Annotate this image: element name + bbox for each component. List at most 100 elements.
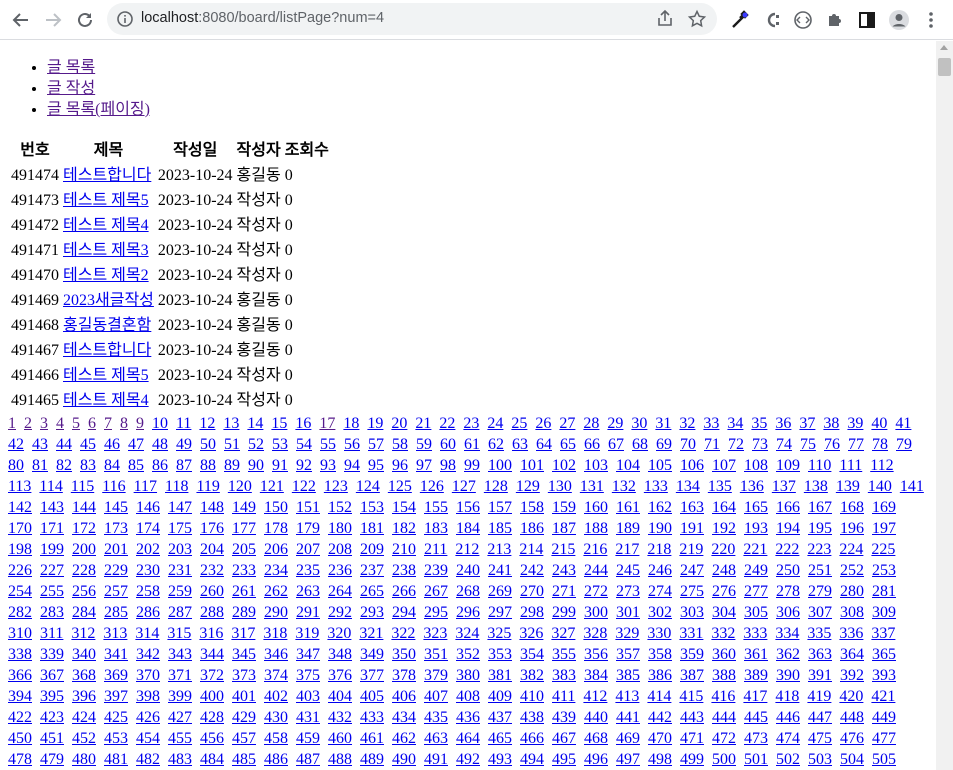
page-link[interactable]: 180: [328, 520, 352, 537]
page-link[interactable]: 19: [367, 415, 383, 432]
page-link[interactable]: 258: [136, 583, 160, 600]
page-link[interactable]: 246: [648, 562, 672, 579]
page-link[interactable]: 482: [136, 751, 160, 768]
page-link[interactable]: 247: [680, 562, 704, 579]
page-link[interactable]: 500: [712, 751, 736, 768]
page-link[interactable]: 33: [703, 415, 719, 432]
page-link[interactable]: 334: [775, 625, 799, 642]
page-link[interactable]: 95: [368, 457, 384, 474]
page-link[interactable]: 86: [152, 457, 168, 474]
page-link[interactable]: 394: [8, 688, 32, 705]
page-link[interactable]: 403: [296, 688, 320, 705]
page-link[interactable]: 422: [8, 709, 32, 726]
bookmark-star-icon[interactable]: [687, 9, 707, 29]
page-link[interactable]: 77: [848, 436, 864, 453]
page-link[interactable]: 57: [368, 436, 384, 453]
page-link[interactable]: 288: [200, 604, 224, 621]
page-link[interactable]: 418: [775, 688, 799, 705]
page-link[interactable]: 11: [176, 415, 191, 432]
page-link[interactable]: 417: [743, 688, 767, 705]
page-link[interactable]: 208: [328, 541, 352, 558]
page-link[interactable]: 375: [296, 667, 320, 684]
page-link[interactable]: 254: [8, 583, 32, 600]
page-link[interactable]: 326: [519, 625, 543, 642]
page-link[interactable]: 91: [272, 457, 288, 474]
page-link[interactable]: 2: [24, 415, 32, 432]
page-link[interactable]: 441: [616, 709, 640, 726]
page-link[interactable]: 322: [391, 625, 415, 642]
page-link[interactable]: 312: [71, 625, 95, 642]
page-link[interactable]: 241: [488, 562, 512, 579]
page-link[interactable]: 352: [456, 646, 480, 663]
page-link[interactable]: 456: [200, 730, 224, 747]
page-link[interactable]: 487: [296, 751, 320, 768]
page-link[interactable]: 204: [200, 541, 224, 558]
page-link[interactable]: 81: [32, 457, 48, 474]
browser-menu-icon[interactable]: [919, 8, 943, 32]
page-link[interactable]: 448: [840, 709, 864, 726]
page-link[interactable]: 491: [424, 751, 448, 768]
page-link[interactable]: 466: [520, 730, 544, 747]
address-bar[interactable]: localhost:8080/board/listPage?num=4: [107, 3, 717, 35]
page-link[interactable]: 309: [872, 604, 896, 621]
page-link[interactable]: 368: [72, 667, 96, 684]
page-link[interactable]: 98: [440, 457, 456, 474]
page-link[interactable]: 480: [72, 751, 96, 768]
page-link[interactable]: 87: [176, 457, 192, 474]
page-link[interactable]: 124: [356, 478, 380, 495]
page-link[interactable]: 495: [552, 751, 576, 768]
page-link[interactable]: 464: [456, 730, 480, 747]
page-link[interactable]: 338: [8, 646, 32, 663]
page-link[interactable]: 468: [584, 730, 608, 747]
page-link[interactable]: 243: [552, 562, 576, 579]
page-link[interactable]: 178: [264, 520, 288, 537]
row-title-link[interactable]: 테스트 제목4: [63, 217, 149, 234]
page-link[interactable]: 484: [200, 751, 224, 768]
page-link[interactable]: 149: [232, 499, 256, 516]
page-link[interactable]: 155: [424, 499, 448, 516]
page-link[interactable]: 154: [392, 499, 416, 516]
page-link[interactable]: 233: [232, 562, 256, 579]
page-link[interactable]: 424: [72, 709, 96, 726]
page-link[interactable]: 72: [728, 436, 744, 453]
page-link[interactable]: 398: [136, 688, 160, 705]
page-link[interactable]: 447: [808, 709, 832, 726]
page-link[interactable]: 444: [712, 709, 736, 726]
page-link[interactable]: 442: [648, 709, 672, 726]
page-link[interactable]: 43: [32, 436, 48, 453]
page-link[interactable]: 197: [872, 520, 896, 537]
page-link[interactable]: 382: [520, 667, 544, 684]
page-link[interactable]: 248: [712, 562, 736, 579]
page-link[interactable]: 483: [168, 751, 192, 768]
page-link[interactable]: 203: [168, 541, 192, 558]
page-link[interactable]: 354: [520, 646, 544, 663]
page-link[interactable]: 126: [420, 478, 444, 495]
page-link[interactable]: 105: [648, 457, 672, 474]
page-link[interactable]: 212: [455, 541, 479, 558]
link-board-list-paging[interactable]: 글 목록(페이징): [47, 101, 150, 118]
page-link[interactable]: 211: [424, 541, 447, 558]
page-link[interactable]: 470: [648, 730, 672, 747]
page-link[interactable]: 107: [712, 457, 736, 474]
site-info-icon[interactable]: [115, 9, 135, 29]
scrollbar-thumb[interactable]: [938, 58, 951, 76]
page-link[interactable]: 463: [424, 730, 448, 747]
page-link[interactable]: 359: [680, 646, 704, 663]
page-link[interactable]: 65: [560, 436, 576, 453]
page-link[interactable]: 393: [872, 667, 896, 684]
page-link[interactable]: 419: [807, 688, 831, 705]
row-title-link[interactable]: 2023새글작성: [63, 292, 154, 309]
page-link[interactable]: 152: [328, 499, 352, 516]
page-link[interactable]: 60: [440, 436, 456, 453]
profile-avatar-icon[interactable]: [887, 8, 911, 32]
page-link[interactable]: 221: [743, 541, 767, 558]
page-link[interactable]: 6: [88, 415, 96, 432]
page-link[interactable]: 459: [296, 730, 320, 747]
page-link[interactable]: 219: [679, 541, 703, 558]
page-link[interactable]: 370: [136, 667, 160, 684]
page-link[interactable]: 303: [680, 604, 704, 621]
page-link[interactable]: 438: [520, 709, 544, 726]
page-link[interactable]: 55: [320, 436, 336, 453]
page-link[interactable]: 23: [463, 415, 479, 432]
page-link[interactable]: 293: [360, 604, 384, 621]
